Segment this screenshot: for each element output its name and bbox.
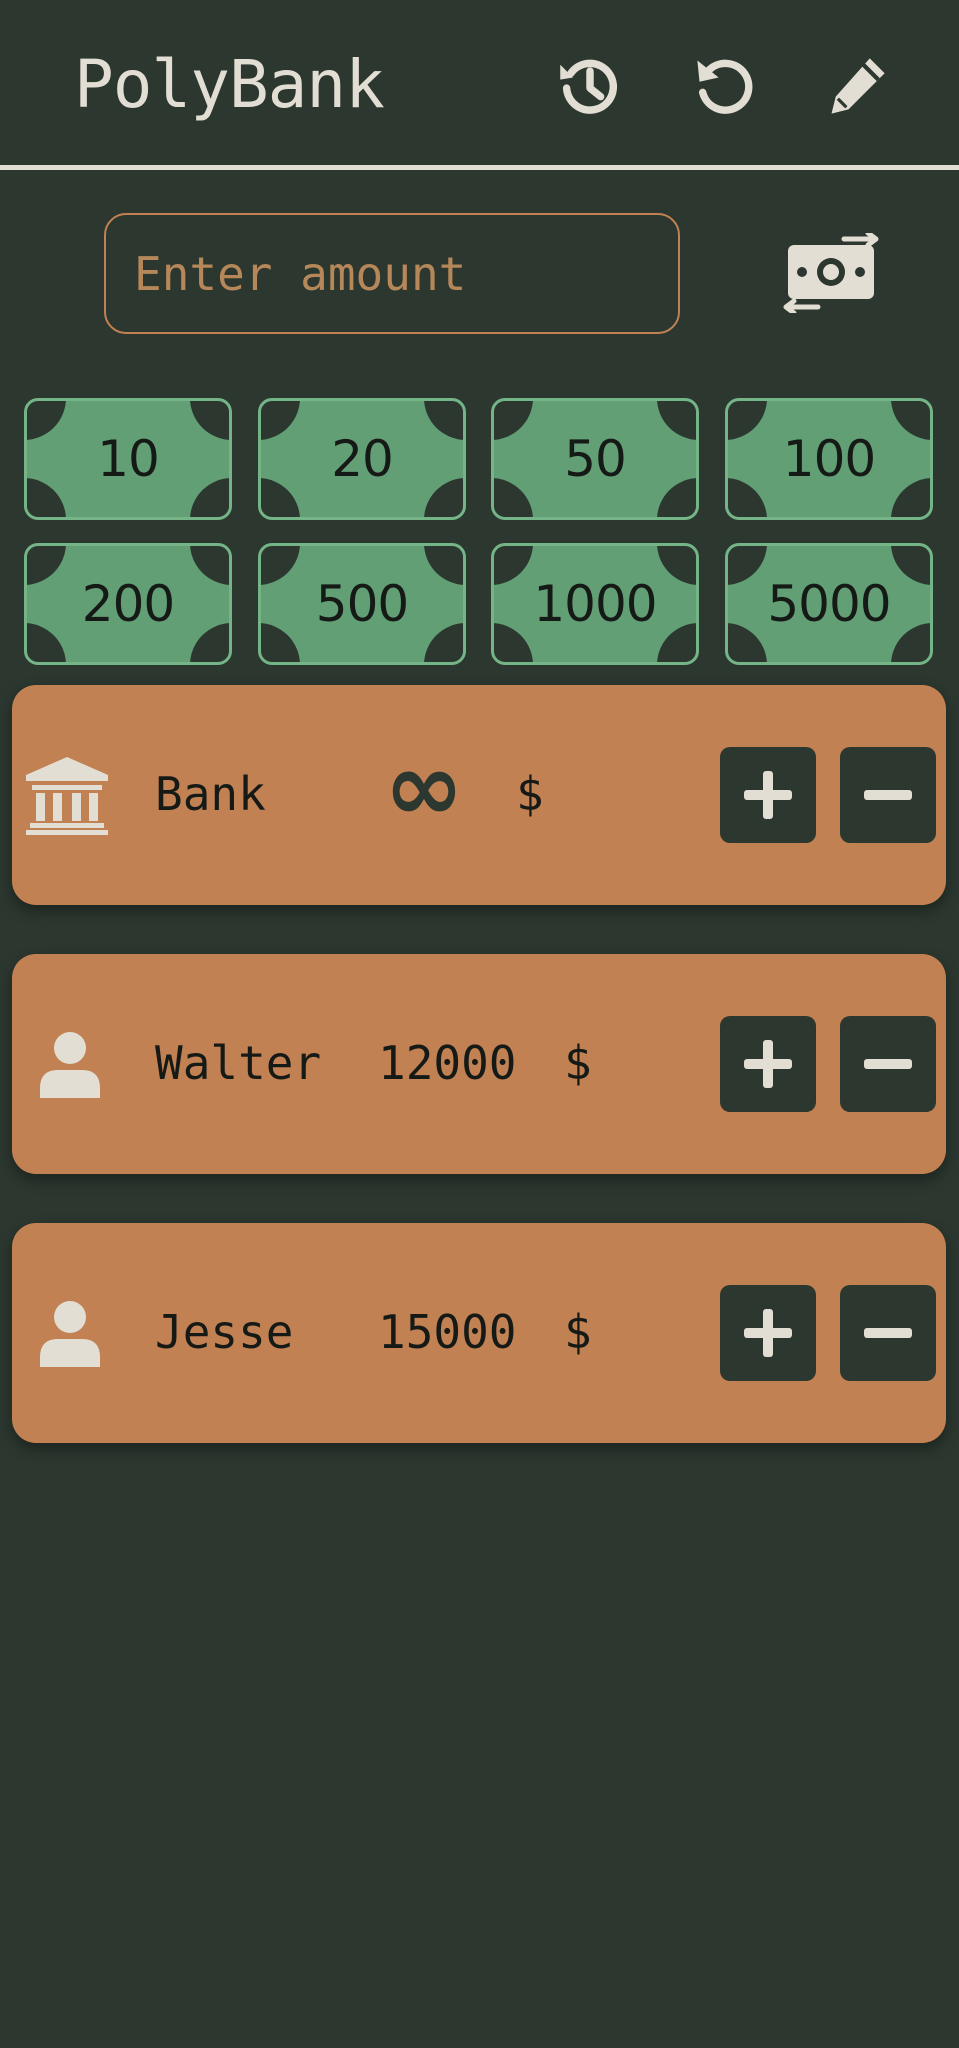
bill-value: 50 <box>564 430 627 488</box>
bill-value: 1000 <box>533 575 657 633</box>
plus-icon <box>744 771 792 819</box>
app-header: PolyBank <box>0 0 959 165</box>
add-money-button[interactable] <box>720 1016 816 1112</box>
bill-10-button[interactable]: 10 <box>24 398 232 520</box>
edit-icon <box>831 58 885 114</box>
player-balance: 15000 <box>378 1305 517 1359</box>
transfer-button[interactable] <box>780 228 884 318</box>
minus-icon <box>864 1328 912 1338</box>
header-divider <box>0 165 959 170</box>
bill-100-button[interactable]: 100 <box>725 398 933 520</box>
player-card-jesse[interactable]: Jesse 15000 $ <box>12 1223 946 1443</box>
player-card-bank[interactable]: Bank ∞ $ <box>12 685 946 905</box>
player-card-walter[interactable]: Walter 12000 $ <box>12 954 946 1174</box>
subtract-money-button[interactable] <box>840 747 936 843</box>
player-currency: $ <box>564 1036 592 1090</box>
subtract-money-button[interactable] <box>840 1285 936 1381</box>
minus-icon <box>864 790 912 800</box>
bill-value: 500 <box>315 575 409 633</box>
app-title: PolyBank <box>74 46 385 123</box>
bill-value: 200 <box>81 575 175 633</box>
bill-value: 20 <box>331 430 394 488</box>
undo-button[interactable] <box>683 44 767 128</box>
bill-200-button[interactable]: 200 <box>24 543 232 665</box>
history-button[interactable] <box>548 44 632 128</box>
user-icon <box>38 1028 102 1098</box>
amount-input[interactable] <box>104 213 680 334</box>
bill-value: 100 <box>782 430 876 488</box>
bill-500-button[interactable]: 500 <box>258 543 466 665</box>
user-icon <box>38 1297 102 1367</box>
edit-button[interactable] <box>815 44 899 128</box>
bill-20-button[interactable]: 20 <box>258 398 466 520</box>
player-name: Walter <box>155 1036 322 1090</box>
player-balance: 12000 <box>378 1036 517 1090</box>
bill-5000-button[interactable]: 5000 <box>725 543 933 665</box>
minus-icon <box>864 1059 912 1069</box>
player-name: Bank <box>155 767 266 821</box>
app-root: PolyBank Enter amount 10 20 50 100 200 5… <box>0 0 959 2048</box>
subtract-money-button[interactable] <box>840 1016 936 1112</box>
plus-icon <box>744 1309 792 1357</box>
bill-50-button[interactable]: 50 <box>491 398 699 520</box>
plus-icon <box>744 1040 792 1088</box>
bill-value: 5000 <box>767 575 891 633</box>
add-money-button[interactable] <box>720 747 816 843</box>
bill-1000-button[interactable]: 1000 <box>491 543 699 665</box>
money-transfer-icon <box>783 233 879 313</box>
undo-icon <box>697 59 753 114</box>
player-currency: $ <box>516 767 544 821</box>
add-money-button[interactable] <box>720 1285 816 1381</box>
history-icon <box>560 59 618 114</box>
player-name: Jesse <box>155 1305 294 1359</box>
player-currency: $ <box>564 1305 592 1359</box>
bank-icon <box>24 755 110 835</box>
player-balance: ∞ <box>384 731 464 843</box>
bill-value: 10 <box>97 430 160 488</box>
